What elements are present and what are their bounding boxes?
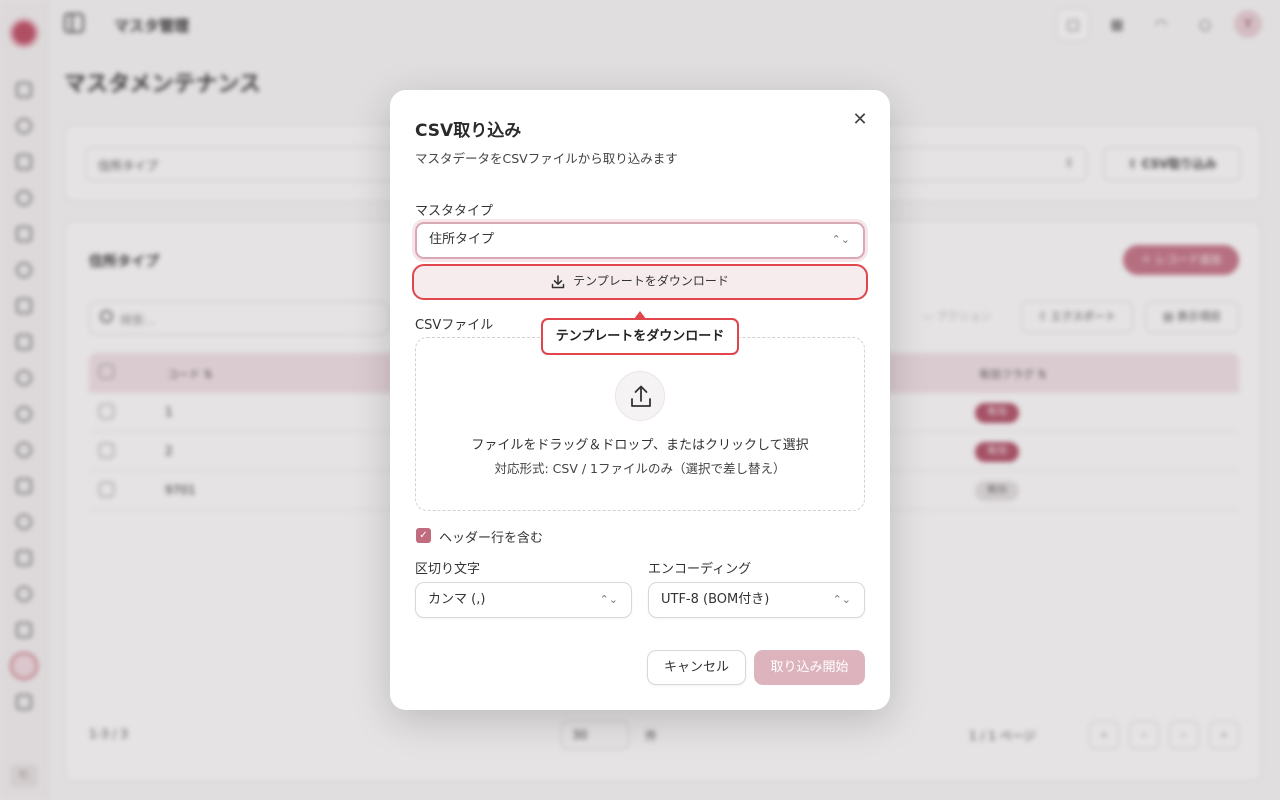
delimiter-select[interactable]: カンマ (,) ⌃⌄ <box>415 582 632 618</box>
dialog-description: マスタデータをCSVファイルから取り込みます <box>415 151 678 166</box>
start-import-button[interactable]: 取り込み開始 <box>754 650 865 685</box>
chevron-updown-icon: ⌃⌄ <box>831 233 850 246</box>
dialog-title: CSV取り込み <box>415 121 522 141</box>
download-icon <box>551 274 565 288</box>
header-row-label[interactable]: ヘッダー行を含む <box>439 527 543 546</box>
csv-import-dialog: ✕ CSV取り込み マスタデータをCSVファイルから取り込みます マスタタイプ … <box>390 90 890 710</box>
encoding-select[interactable]: UTF-8 (BOM付き) ⌃⌄ <box>648 582 865 618</box>
master-type-label: マスタタイプ <box>415 204 494 219</box>
dropzone-instructions: ファイルをドラッグ＆ドロップ、またはクリックして選択 <box>471 438 809 453</box>
template-tooltip: テンプレートをダウンロード <box>541 318 739 355</box>
delimiter-value: カンマ (,) <box>428 592 486 607</box>
file-dropzone[interactable]: ファイルをドラッグ＆ドロップ、またはクリックして選択 対応形式: CSV / 1… <box>415 337 865 511</box>
header-row-checkbox[interactable]: ✓ <box>416 528 431 543</box>
dropzone-format-note: 対応形式: CSV / 1ファイルのみ（選択で差し替え） <box>494 461 786 476</box>
csv-file-label: CSVファイル <box>415 318 494 333</box>
master-type-value: 住所タイプ <box>429 232 495 247</box>
delimiter-label: 区切り文字 <box>415 562 481 577</box>
encoding-value: UTF-8 (BOM付き) <box>661 592 770 607</box>
chevron-updown-icon: ⌃⌄ <box>599 593 618 606</box>
download-template-label: テンプレートをダウンロード <box>573 274 729 288</box>
upload-icon <box>615 371 665 421</box>
chevron-updown-icon: ⌃⌄ <box>832 593 851 606</box>
encoding-label: エンコーディング <box>648 562 752 577</box>
cancel-button[interactable]: キャンセル <box>647 650 746 685</box>
download-template-button[interactable]: テンプレートをダウンロード <box>412 264 868 300</box>
close-icon[interactable]: ✕ <box>850 110 870 130</box>
master-type-dropdown[interactable]: 住所タイプ ⌃⌄ <box>415 222 865 259</box>
